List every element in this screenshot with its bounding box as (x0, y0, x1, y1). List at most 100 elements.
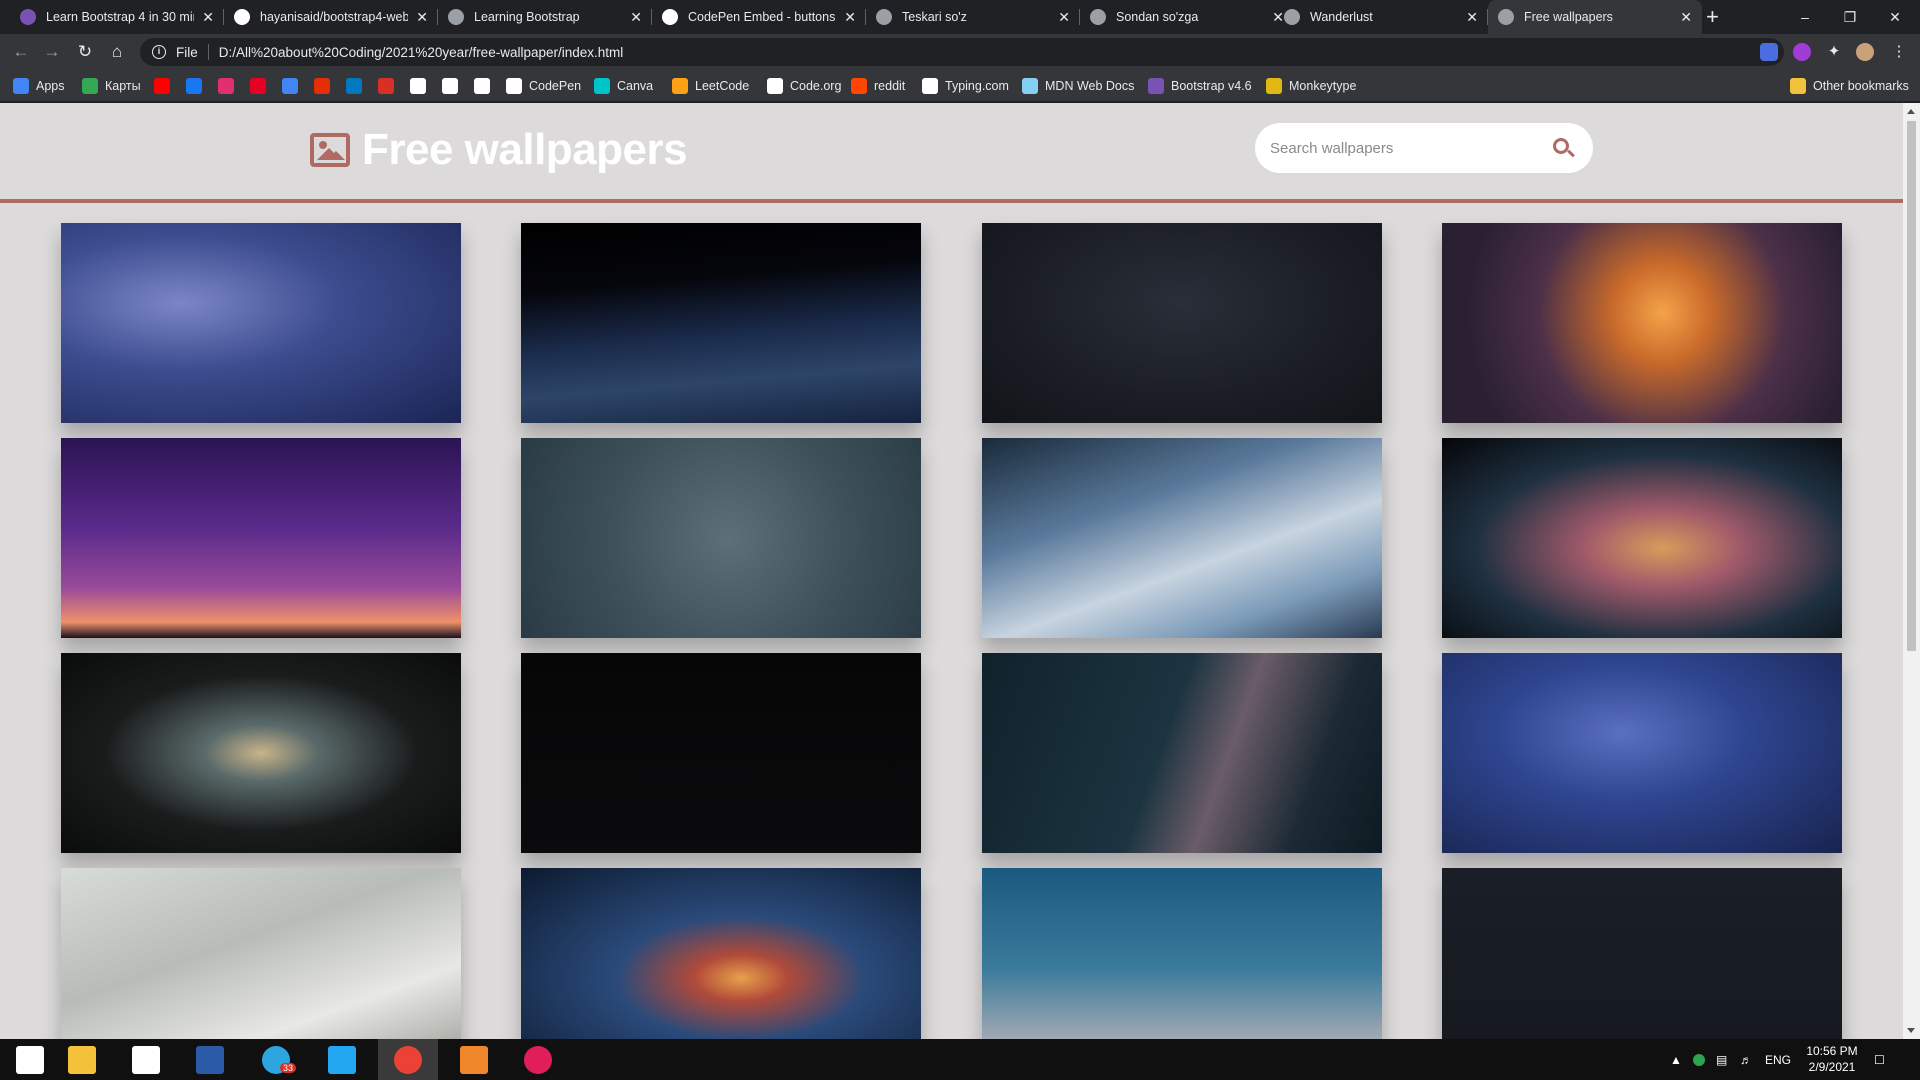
chrome-taskbar-button[interactable] (378, 1039, 438, 1080)
mail-taskbar-button[interactable] (116, 1039, 176, 1080)
bookmark-codepen[interactable]: CodePen (506, 77, 581, 95)
bookmark-mdn-web-docs[interactable]: MDN Web Docs (1022, 77, 1134, 95)
wallpaper-dark-navy-stars[interactable] (1442, 868, 1842, 1039)
wallpaper-milky-way-rocks[interactable] (982, 653, 1382, 853)
close-tab-icon[interactable]: ✕ (630, 9, 642, 26)
save-taskbar-button[interactable] (180, 1039, 240, 1080)
bootstrap-icon (1148, 78, 1164, 94)
bookmark-video[interactable] (378, 77, 394, 95)
wallpaper-black-starfield[interactable] (521, 653, 921, 853)
close-tab-icon[interactable]: ✕ (1466, 9, 1478, 26)
tab-teskari-so-z[interactable]: Teskari so'z ✕ (866, 0, 1080, 34)
home-button[interactable]: ⌂ (107, 42, 127, 62)
start-taskbar-button[interactable] (0, 1039, 60, 1080)
wallpaper-milky-way-silhouette[interactable] (1442, 438, 1842, 638)
bookmark-translate[interactable] (282, 77, 298, 95)
tab-learning-bootstrap[interactable]: Learning Bootstrap ✕ (438, 0, 652, 34)
tab-sondan-so-zga[interactable]: Sondan so'zga ✕ (1080, 0, 1294, 34)
tab-hayanisaid-bootstrap4-web[interactable]: hayanisaid/bootstrap4-web ✕ (224, 0, 438, 34)
wallpaper-milky-way-blue[interactable] (61, 223, 461, 423)
bookmark-trello[interactable] (346, 77, 362, 95)
site-info-icon[interactable]: i (152, 45, 166, 59)
slack-taskbar-button[interactable] (508, 1039, 568, 1080)
close-tab-icon[interactable]: ✕ (1058, 9, 1070, 26)
close-tab-icon[interactable]: ✕ (1680, 9, 1692, 26)
wallpaper-blue-milky-way[interactable] (1442, 653, 1842, 853)
brand[interactable]: Free wallpapers (310, 125, 688, 175)
github-icon (234, 9, 250, 25)
wallpaper-rocket-launch-sky[interactable] (982, 868, 1382, 1039)
paint-taskbar-button[interactable] (444, 1039, 504, 1080)
tab-learn-bootstrap-4-in-30-min[interactable]: Learn Bootstrap 4 in 30 min ✕ (10, 0, 224, 34)
search-input[interactable] (1255, 123, 1525, 173)
maps-pin-icon (82, 78, 98, 94)
wallpaper-earth-from-orbit[interactable] (982, 438, 1382, 638)
menu-kebab-icon[interactable]: ⋮ (1890, 43, 1908, 61)
bookmark-aliexpress[interactable] (314, 77, 330, 95)
bookmark-reddit[interactable]: reddit (851, 77, 905, 95)
clock[interactable]: 10:56 PM 2/9/2021 (1800, 1043, 1864, 1075)
bookmark-facebook[interactable] (186, 77, 202, 95)
scroll-down-arrow[interactable] (1907, 1028, 1915, 1033)
wallpaper-hyperspace-streaks[interactable] (521, 438, 921, 638)
bookmark-карты[interactable]: Карты (82, 77, 141, 95)
back-button[interactable]: ← (11, 42, 31, 62)
bookmark-apps[interactable]: Apps (13, 77, 65, 95)
scroll-up-arrow[interactable] (1907, 109, 1915, 114)
close-window-button[interactable]: ✕ (1873, 0, 1917, 34)
wallpaper-purple-sky-horizon[interactable] (61, 438, 461, 638)
bookmark-code-org[interactable]: Code.org (767, 77, 841, 95)
profile-avatar[interactable] (1856, 43, 1874, 61)
reload-button[interactable]: ↻ (75, 42, 95, 62)
maximize-button[interactable]: ❐ (1828, 0, 1872, 34)
forward-button[interactable]: → (42, 42, 62, 62)
translate-extension-icon[interactable] (1760, 43, 1778, 61)
close-tab-icon[interactable]: ✕ (416, 9, 428, 26)
url-text[interactable]: D:/All%20about%20Coding/2021%20year/free… (219, 45, 624, 60)
bookmark-canva[interactable]: Canva (594, 77, 653, 95)
bookmark-leetcode[interactable]: LeetCode (672, 77, 749, 95)
file-explorer-taskbar-button[interactable] (52, 1039, 112, 1080)
address-bar[interactable]: i File D:/All%20about%20Coding/2021%20ye… (140, 38, 1873, 66)
network-icon[interactable]: ▤ (1716, 1039, 1727, 1080)
wallpaper-andromeda-galaxy[interactable] (61, 653, 461, 853)
puzzle-extensions-icon[interactable]: ✦ (1825, 43, 1843, 61)
page-scrollbar[interactable] (1903, 103, 1920, 1039)
wallpaper-orange-nebula-swirl[interactable] (1442, 223, 1842, 423)
minimize-button[interactable]: – (1783, 0, 1827, 34)
volume-icon[interactable]: ♬ (1740, 1039, 1752, 1080)
wallpaper-earth-night-lights[interactable] (521, 223, 921, 423)
tray-expand-icon[interactable]: ▲ (1670, 1039, 1682, 1080)
scrollbar-thumb[interactable] (1907, 121, 1916, 651)
bookmark-monkeytype[interactable]: Monkeytype (1266, 77, 1356, 95)
extension-icon[interactable] (1793, 43, 1811, 61)
tab-title: Teskari so'z (902, 10, 967, 24)
screen-icon (474, 78, 490, 94)
bookmark-label: Typing.com (945, 79, 1009, 93)
close-tab-icon[interactable]: ✕ (844, 9, 856, 26)
new-tab-button[interactable]: + (1706, 4, 1719, 30)
security-icon[interactable] (1693, 1039, 1705, 1080)
bookmark-pinterest[interactable] (250, 77, 266, 95)
bookmark-instagram[interactable] (218, 77, 234, 95)
tab-wanderlust[interactable]: Wanderlust ✕ (1274, 0, 1488, 34)
search-button[interactable] (1529, 123, 1593, 173)
bookmark-screen[interactable] (474, 77, 490, 95)
bookmark-github[interactable] (442, 77, 458, 95)
wallpaper-dark-starfield[interactable] (982, 223, 1382, 423)
tab-free-wallpapers[interactable]: Free wallpapers ✕ (1488, 0, 1702, 34)
other-bookmarks[interactable]: Other bookmarks (1790, 77, 1909, 95)
bookmark-bootstrap-v4-6[interactable]: Bootstrap v4.6 (1148, 77, 1252, 95)
vscode-taskbar-button[interactable] (312, 1039, 372, 1080)
bookmark-youtube[interactable] (154, 77, 170, 95)
wallpaper-colorful-galaxy[interactable] (521, 868, 921, 1039)
telegram-taskbar-button[interactable]: 33 (246, 1039, 306, 1080)
tab-codepen-embed-buttons[interactable]: CodePen Embed - buttons ✕ (652, 0, 866, 34)
language-indicator[interactable]: ENG (1765, 1039, 1791, 1080)
close-tab-icon[interactable]: ✕ (202, 9, 214, 26)
wallpaper-astronaut-snow[interactable] (61, 868, 461, 1039)
codepen-icon (506, 78, 522, 94)
bookmark-whatsapp[interactable] (410, 77, 426, 95)
bookmark-typing-com[interactable]: Typing.com (922, 77, 1009, 95)
notifications-icon[interactable]: ☐ (1874, 1039, 1885, 1080)
